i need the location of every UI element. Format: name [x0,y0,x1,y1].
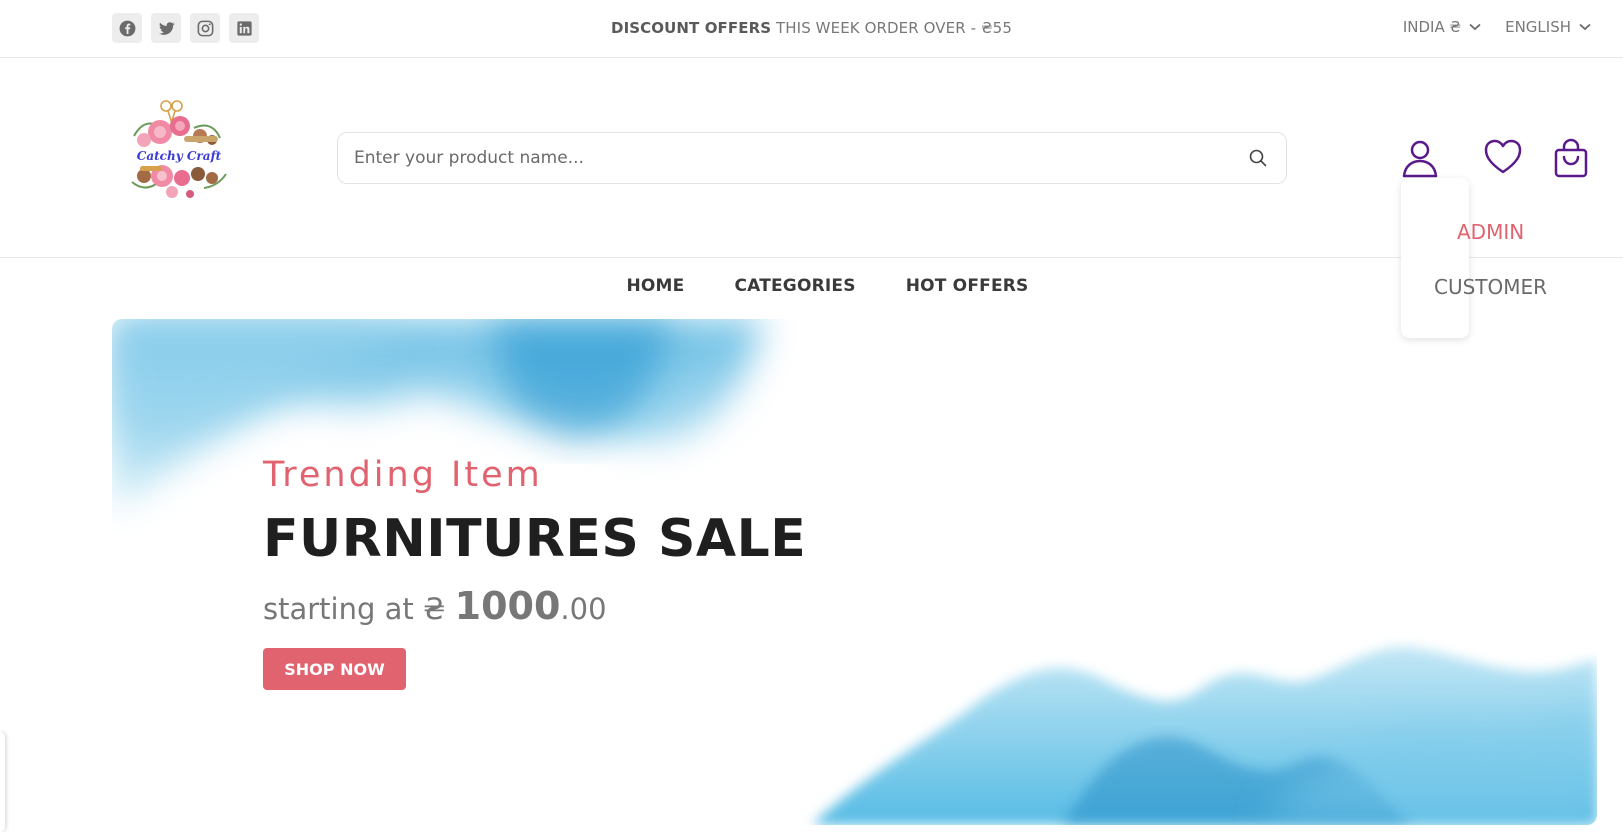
product-search [337,132,1287,184]
user-icon[interactable] [1401,138,1439,178]
search-icon[interactable] [1248,148,1268,168]
dropdown-item-customer[interactable]: CUSTOMER [1434,275,1547,299]
chevron-down-icon [1469,23,1481,31]
hero-banner: Trending Item FURNITURES SALE starting a… [112,319,1597,825]
language-selector[interactable]: ENGLISH [1505,18,1591,36]
watercolor-background [112,319,1597,825]
nav-item-categories[interactable]: CATEGORIES [734,276,855,296]
shop-now-button[interactable]: SHOP NOW [263,648,406,690]
chevron-down-icon [1579,23,1591,31]
currency-selector[interactable]: INDIA ₴ [1403,18,1481,36]
svg-text:Catchy Craft: Catchy Craft [137,149,222,163]
hero-title: FURNITURES SALE [263,509,807,569]
price-prefix: starting at ₴ [263,592,455,626]
catchy-craft-logo-icon: Catchy Craft [131,100,227,198]
dropdown-item-admin[interactable]: ADMIN [1457,220,1524,244]
top-bar: DISCOUNT OFFERS THIS WEEK ORDER OVER - ₴… [0,0,1623,58]
site-logo[interactable]: Catchy Craft [124,96,234,210]
main-nav: HOME CATEGORIES HOT OFFERS [0,276,1623,296]
main-header: Catchy Craft [0,58,1623,258]
search-input[interactable] [354,133,1214,183]
offer-highlight: DISCOUNT OFFERS [611,19,772,37]
language-label: ENGLISH [1505,18,1571,36]
price-cents: .00 [560,592,607,626]
discount-banner: DISCOUNT OFFERS THIS WEEK ORDER OVER - ₴… [0,19,1623,37]
nav-item-home[interactable]: HOME [626,276,684,296]
locale-selectors: INDIA ₴ ENGLISH [1403,18,1591,36]
account-dropdown [1401,178,1469,338]
hero-price: starting at ₴ 1000.00 [263,584,607,628]
heart-icon[interactable] [1484,138,1522,178]
hero-subtitle: Trending Item [263,455,543,495]
offer-text: THIS WEEK ORDER OVER - ₴55 [771,19,1012,37]
nav-item-hot-offers[interactable]: HOT OFFERS [906,276,1029,296]
shopping-bag-icon[interactable] [1552,138,1590,178]
price-main: 1000 [454,584,561,628]
currency-label: INDIA ₴ [1402,18,1462,36]
side-drawer-handle[interactable] [0,732,5,832]
